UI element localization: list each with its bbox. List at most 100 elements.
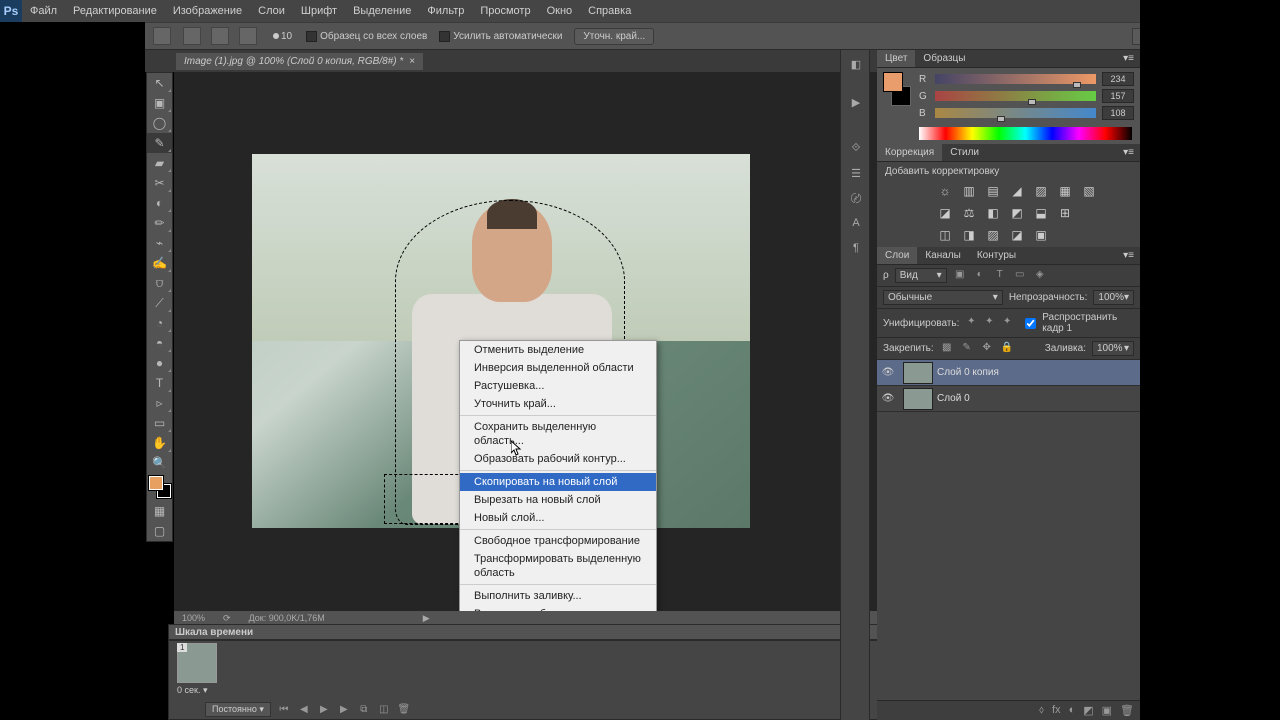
adjustment-icon[interactable]: ◢	[1009, 183, 1025, 199]
cdock-play-icon[interactable]: ▶	[843, 91, 869, 113]
lock-trans-icon[interactable]: ▩	[940, 342, 954, 356]
path-select-tool[interactable]: ▹	[147, 393, 172, 413]
adjustment-icon[interactable]: ▨	[1033, 183, 1049, 199]
context-menu-item[interactable]: Вырезать на новый слой	[460, 491, 656, 509]
adjustment-icon[interactable]: ◫	[937, 227, 953, 243]
adjustment-icon[interactable]: ⚖	[961, 205, 977, 221]
sample-all-checkbox[interactable]	[306, 31, 317, 42]
r-slider[interactable]	[935, 74, 1096, 84]
filter-shape-icon[interactable]: ▭	[1013, 269, 1027, 283]
loop-mode-dropdown[interactable]: Постоянно ▾	[205, 702, 271, 717]
cdock-paragraph-icon[interactable]: ¶	[843, 237, 869, 259]
cdock-swatches-icon[interactable]: ◧	[843, 53, 869, 75]
b-slider[interactable]	[935, 108, 1096, 118]
filter-type-icon[interactable]: T	[993, 269, 1007, 283]
context-menu-item[interactable]: Отменить выделение	[460, 341, 656, 359]
adjustment-icon[interactable]: ⬓	[1033, 205, 1049, 221]
menu-select[interactable]: Выделение	[345, 1, 419, 21]
channels-tab[interactable]: Каналы	[917, 247, 969, 264]
panel-menu-icon[interactable]: ▾≡	[1117, 247, 1140, 264]
layer-kind-filter[interactable]: Вид▾	[895, 268, 947, 283]
adjustment-icon[interactable]: ▤	[985, 183, 1001, 199]
lock-pos-icon[interactable]: ✥	[980, 342, 994, 356]
cdock-brush-icon[interactable]: ⟐	[843, 137, 869, 159]
lasso-tool[interactable]: ◯	[147, 113, 172, 133]
new-layer-icon[interactable]: ▣	[1102, 704, 1112, 717]
selection-new-icon[interactable]	[183, 27, 201, 45]
lock-all-icon[interactable]: 🔒	[1000, 342, 1014, 356]
styles-tab[interactable]: Стили	[942, 144, 987, 161]
dodge-tool[interactable]: ◓	[147, 333, 172, 353]
panel-menu-icon[interactable]: ▾≡	[1117, 50, 1140, 67]
stamp-tool[interactable]: ⌁	[147, 233, 172, 253]
swatches-tab[interactable]: Образцы	[915, 50, 973, 67]
color-swatch-panel[interactable]	[883, 72, 911, 106]
play-icon[interactable]: ▶	[317, 704, 331, 715]
color-ramp[interactable]	[919, 127, 1132, 140]
propagate-checkbox[interactable]	[1025, 318, 1036, 329]
unify-style-icon[interactable]: ✦	[1001, 316, 1013, 330]
blur-tool[interactable]: ◔	[147, 313, 172, 333]
g-slider[interactable]	[935, 91, 1096, 101]
document-tab[interactable]: Image (1).jpg @ 100% (Слой 0 копия, RGB/…	[176, 53, 423, 70]
adjustment-icon[interactable]: ▨	[985, 227, 1001, 243]
timeline-frame[interactable]: 1	[177, 643, 217, 683]
blend-mode-dropdown[interactable]: Обычные▾	[883, 290, 1003, 305]
selection-subtract-icon[interactable]	[239, 27, 257, 45]
opacity-value[interactable]: 100%▾	[1093, 290, 1134, 305]
refine-edge-button[interactable]: Уточн. край...	[574, 28, 654, 45]
paths-tab[interactable]: Контуры	[969, 247, 1024, 264]
adjustment-icon[interactable]: ◨	[961, 227, 977, 243]
menu-edit[interactable]: Редактирование	[65, 1, 165, 21]
healing-tool[interactable]: ◐	[147, 193, 172, 213]
b-value[interactable]: 108	[1102, 106, 1134, 120]
filter-pixel-icon[interactable]: ▣	[953, 269, 967, 283]
menu-image[interactable]: Изображение	[165, 1, 250, 21]
zoom-tool[interactable]: 🔍	[147, 453, 172, 473]
cdock-brushpresets-icon[interactable]: ☰	[843, 162, 869, 184]
frame-duration[interactable]: 0 сек. ▾	[177, 685, 207, 696]
layer-fx-icon[interactable]: fx	[1052, 704, 1061, 717]
adjustment-icon[interactable]: ⊞	[1057, 205, 1073, 221]
layer-row[interactable]: 👁Слой 0	[877, 386, 1140, 412]
adjustment-icon[interactable]: ▥	[961, 183, 977, 199]
status-icon[interactable]: ⟳	[223, 613, 231, 624]
adjustment-icon[interactable]: ◩	[1009, 205, 1025, 221]
menu-window[interactable]: Окно	[539, 1, 581, 21]
selection-add-icon[interactable]	[211, 27, 229, 45]
marquee-tool[interactable]: ▣	[147, 93, 172, 113]
context-menu-item[interactable]: Уточнить край...	[460, 395, 656, 413]
fill-value[interactable]: 100%▾	[1092, 341, 1134, 356]
context-menu-item[interactable]: Сохранить выделенную область...	[460, 418, 656, 450]
unify-vis-icon[interactable]: ✦	[983, 316, 995, 330]
context-menu-item[interactable]: Новый слой...	[460, 509, 656, 527]
new-frame-icon[interactable]: ◫	[377, 704, 391, 715]
g-value[interactable]: 157	[1102, 89, 1134, 103]
tool-preset-icon[interactable]	[153, 27, 171, 45]
delete-frame-icon[interactable]: 🗑	[397, 704, 411, 715]
layer-mask-icon[interactable]: ◐	[1069, 704, 1076, 717]
pen-tool[interactable]: ●	[147, 353, 172, 373]
lock-pixel-icon[interactable]: ✎	[960, 342, 974, 356]
hand-tool[interactable]: ✋	[147, 433, 172, 453]
color-swatch[interactable]	[149, 476, 171, 498]
menu-type[interactable]: Шрифт	[293, 1, 345, 21]
filter-adjust-icon[interactable]: ◐	[973, 269, 987, 283]
layers-tab[interactable]: Слои	[877, 247, 917, 264]
context-menu-item[interactable]: Инверсия выделенной области	[460, 359, 656, 377]
type-tool[interactable]: T	[147, 373, 172, 393]
layer-row[interactable]: 👁Слой 0 копия	[877, 360, 1140, 386]
close-tab-icon[interactable]: ×	[409, 56, 415, 67]
next-frame-icon[interactable]: ▶	[337, 704, 351, 715]
menu-layer[interactable]: Слои	[250, 1, 293, 21]
app-logo[interactable]: Ps	[0, 0, 22, 22]
menu-help[interactable]: Справка	[580, 1, 639, 21]
layer-thumbnail[interactable]	[903, 388, 933, 410]
screenmode-tool[interactable]: ▢	[147, 521, 172, 541]
context-menu-item[interactable]: Выполнить заливку...	[460, 587, 656, 605]
color-tab[interactable]: Цвет	[877, 50, 915, 67]
auto-enhance-checkbox[interactable]	[439, 31, 450, 42]
adjustments-tab[interactable]: Коррекция	[877, 144, 942, 161]
move-tool[interactable]: ↖	[147, 73, 172, 93]
menu-filter[interactable]: Фильтр	[419, 1, 472, 21]
